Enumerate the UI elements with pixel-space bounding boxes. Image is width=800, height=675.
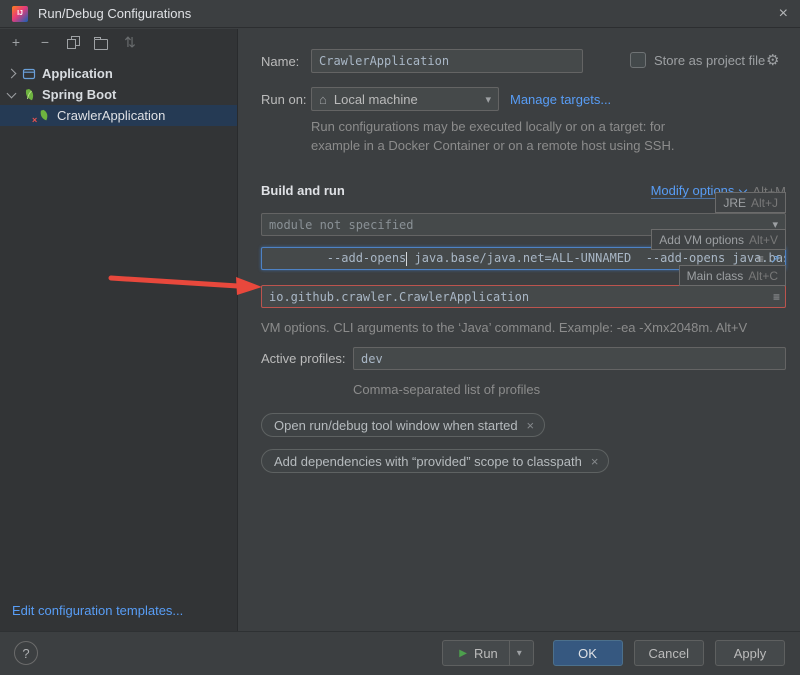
expand-list-icon[interactable]: ≡ <box>757 253 764 265</box>
dialog-footer: ? ▶ Run ▾ OK Cancel Apply <box>0 631 800 675</box>
create-folder-button[interactable] <box>94 39 108 50</box>
add-vm-options-shortcut: Alt+V <box>749 233 778 247</box>
active-profiles-value: dev <box>361 352 383 366</box>
tree-item-label: Application <box>42 66 113 81</box>
store-as-project-file-label: Store as project file <box>654 53 765 68</box>
build-and-run-heading: Build and run <box>261 183 345 198</box>
config-error-badge: × <box>32 116 37 125</box>
name-value: CrawlerApplication <box>319 54 449 68</box>
active-profiles-help-text: Comma-separated list of profiles <box>353 380 540 399</box>
main-class-hint-shortcut: Alt+C <box>748 269 778 283</box>
store-as-project-file-checkbox[interactable] <box>630 52 646 68</box>
play-icon: ▶ <box>459 648 467 659</box>
chip-close-icon[interactable]: × <box>591 454 599 469</box>
chip-label: Add dependencies with “provided” scope t… <box>274 454 582 469</box>
chip-close-icon[interactable]: × <box>527 418 535 433</box>
tree-item-crawler-application[interactable]: × CrawlerApplication <box>0 105 237 126</box>
run-on-value: Local machine <box>334 92 418 107</box>
cancel-button[interactable]: Cancel <box>634 640 704 666</box>
name-label: Name: <box>261 54 299 69</box>
help-button[interactable]: ? <box>14 641 38 665</box>
run-debug-configurations-dialog: IJ Run/Debug Configurations × + − ⇅ Appl… <box>0 0 800 675</box>
run-on-help-text: Run configurations may be executed local… <box>311 117 674 155</box>
tree-item-spring-boot[interactable]: Spring Boot <box>0 84 237 105</box>
tree-item-label: Spring Boot <box>42 87 116 102</box>
configuration-form: Name: CrawlerApplication Store as projec… <box>238 29 800 632</box>
main-class-input[interactable]: io.github.crawler.CrawlerApplication ≡ <box>261 285 786 308</box>
active-profiles-label: Active profiles: <box>261 351 346 366</box>
tree-item-label: CrawlerApplication <box>57 108 165 123</box>
main-class-menu-item[interactable]: Main class Alt+C <box>679 265 786 286</box>
expand-editor-icon[interactable]: ↗ <box>770 253 780 265</box>
tree-item-application[interactable]: Application <box>0 63 237 84</box>
gear-icon[interactable]: ⚙ <box>766 51 779 69</box>
run-on-select[interactable]: ⌂ Local machine ▾ <box>311 87 499 111</box>
vm-options-help-text: VM options. CLI arguments to the ‘Java’ … <box>261 318 747 337</box>
name-input[interactable]: CrawlerApplication <box>311 49 583 73</box>
intellij-logo-icon: IJ <box>12 6 28 22</box>
copy-configuration-button[interactable] <box>67 36 79 49</box>
active-profiles-input[interactable]: dev <box>353 347 786 370</box>
run-dropdown-arrow-icon[interactable]: ▾ <box>510 648 529 659</box>
spring-boot-config-icon: × <box>36 108 51 123</box>
remove-configuration-button[interactable]: − <box>38 35 52 49</box>
run-button-label: Run <box>474 646 498 661</box>
chevron-right-icon[interactable] <box>7 69 17 79</box>
chip-open-run-tool-window: Open run/debug tool window when started … <box>261 413 545 437</box>
chip-label: Open run/debug tool window when started <box>274 418 518 433</box>
ok-button[interactable]: OK <box>553 640 623 666</box>
apply-button[interactable]: Apply <box>715 640 785 666</box>
sort-configurations-button[interactable]: ⇅ <box>123 35 137 49</box>
browse-main-class-icon[interactable]: ≡ <box>773 291 780 303</box>
add-configuration-button[interactable]: + <box>9 35 23 49</box>
module-value: module not specified <box>269 218 414 232</box>
chip-add-provided-dependencies: Add dependencies with “provided” scope t… <box>261 449 609 473</box>
spring-boot-type-icon <box>21 87 36 102</box>
title-bar: IJ Run/Debug Configurations × <box>0 0 800 28</box>
manage-targets-link[interactable]: Manage targets... <box>510 92 611 107</box>
window-title: Run/Debug Configurations <box>38 6 191 21</box>
add-vm-options-label: Add VM options <box>659 233 744 247</box>
configurations-tree: Application Spring Boot × CrawlerApplica… <box>0 63 237 126</box>
sidebar-toolbar: + − ⇅ <box>0 29 237 55</box>
jre-hint-label: JRE <box>723 196 746 210</box>
application-type-icon <box>21 66 36 81</box>
configurations-sidebar: + − ⇅ Application Spring Boot <box>0 29 238 632</box>
main-class-hint-label: Main class <box>687 269 744 283</box>
add-vm-options-menu-item[interactable]: Add VM options Alt+V <box>651 229 786 250</box>
house-icon: ⌂ <box>319 92 327 107</box>
run-button[interactable]: ▶ Run ▾ <box>442 640 534 666</box>
dropdown-arrow-icon: ▾ <box>485 93 491 106</box>
close-icon[interactable]: × <box>779 6 788 22</box>
jre-menu-item[interactable]: JRE Alt+J <box>715 192 786 213</box>
edit-configuration-templates-link[interactable]: Edit configuration templates... <box>12 603 183 618</box>
run-on-label: Run on: <box>261 92 307 107</box>
chevron-down-icon[interactable] <box>7 88 17 98</box>
jre-hint-shortcut: Alt+J <box>751 196 778 210</box>
main-class-value: io.github.crawler.CrawlerApplication <box>269 290 529 304</box>
footer-buttons: ▶ Run ▾ OK Cancel Apply <box>442 640 785 666</box>
